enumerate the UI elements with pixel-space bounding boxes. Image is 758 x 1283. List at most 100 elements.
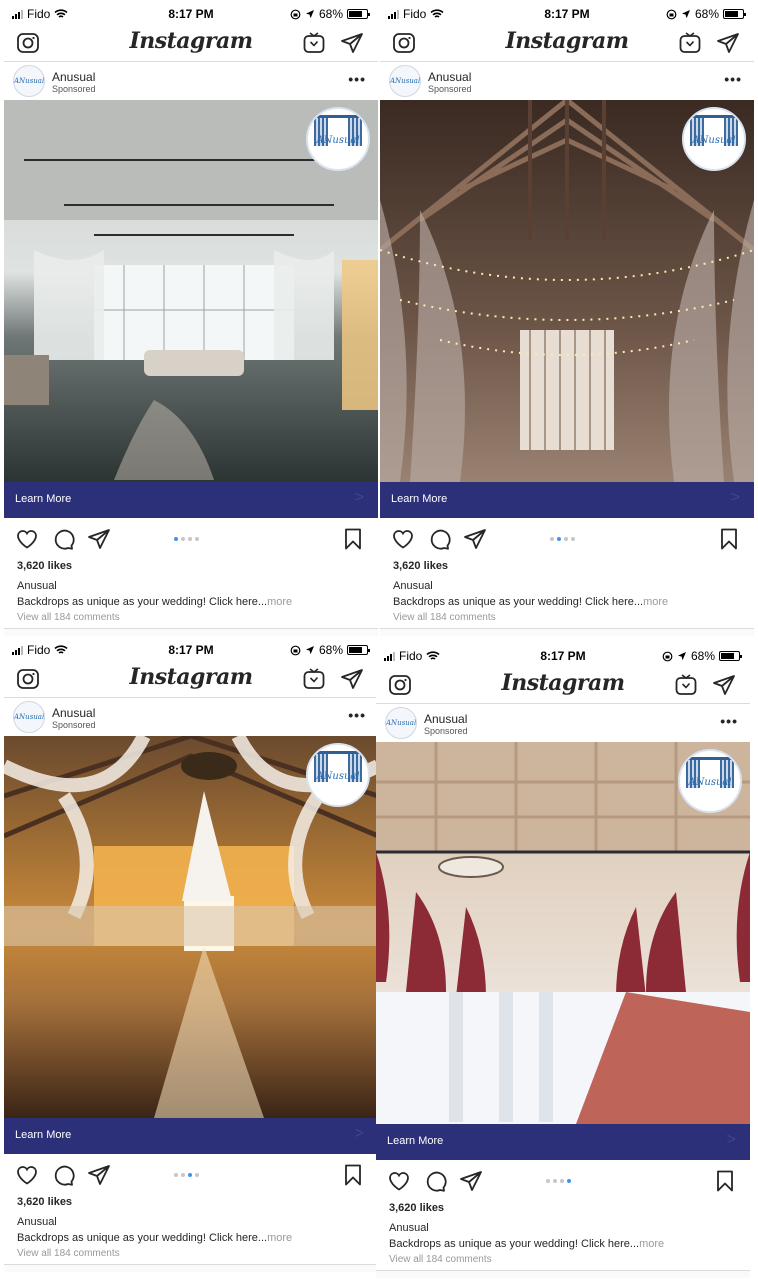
post-username[interactable]: Anusual (424, 712, 467, 726)
direct-message-icon[interactable] (340, 667, 364, 691)
location-icon (677, 651, 687, 661)
post-photo[interactable]: ANusual (4, 100, 378, 482)
comment-icon[interactable] (427, 527, 451, 551)
location-icon (305, 9, 315, 19)
igtv-icon[interactable] (674, 673, 698, 697)
share-icon[interactable] (463, 527, 487, 551)
view-comments-link[interactable]: View all 184 comments (393, 612, 496, 623)
post-actions (376, 1164, 750, 1198)
sponsored-label[interactable]: Sponsored (52, 720, 96, 730)
likes-count[interactable]: 3,620 likes (17, 560, 72, 572)
more-options-icon[interactable]: ••• (724, 71, 742, 87)
likes-count[interactable]: 3,620 likes (393, 560, 448, 572)
avatar-logo-text: ANusual (14, 713, 45, 721)
more-options-icon[interactable]: ••• (720, 713, 738, 729)
bookmark-icon[interactable] (341, 1163, 365, 1187)
igtv-icon[interactable] (302, 667, 326, 691)
post-photo[interactable]: ANusual (380, 100, 754, 482)
view-comments-link[interactable]: View all 184 comments (389, 1254, 492, 1265)
caption-body: Backdrops as unique as your wedding! Cli… (389, 1238, 640, 1250)
location-icon (681, 9, 691, 19)
likes-count[interactable]: 3,620 likes (17, 1196, 72, 1208)
carousel-indicator (546, 1179, 571, 1183)
comment-icon[interactable] (51, 527, 75, 551)
share-icon[interactable] (87, 1163, 111, 1187)
brand-badge: ANusual (682, 107, 746, 171)
sponsored-label[interactable]: Sponsored (52, 84, 96, 94)
rotation-lock-icon (666, 9, 677, 20)
battery-icon (347, 645, 370, 655)
share-icon[interactable] (459, 1169, 483, 1193)
more-options-icon[interactable]: ••• (348, 71, 366, 87)
battery-icon (723, 9, 746, 19)
sponsored-label[interactable]: Sponsored (428, 84, 472, 94)
post-photo[interactable]: ANusual (376, 742, 750, 1124)
share-icon[interactable] (87, 527, 111, 551)
bookmark-icon[interactable] (341, 527, 365, 551)
brand-badge: ANusual (306, 743, 370, 807)
learn-more-button[interactable]: Learn More > (376, 1124, 750, 1160)
post-header: ANusual Anusual Sponsored ••• (380, 62, 754, 100)
avatar[interactable]: ANusual (13, 65, 45, 97)
instagram-post-screen-4: Fido 8:17 PM 68% Instagram ANusual Anusu… (376, 642, 750, 1278)
caption-text: Backdrops as unique as your wedding! Cli… (17, 1232, 292, 1244)
learn-more-label: Learn More (15, 1129, 72, 1141)
caption-username[interactable]: Anusual (17, 580, 57, 592)
caption-username[interactable]: Anusual (17, 1216, 57, 1228)
post-username[interactable]: Anusual (428, 70, 471, 84)
caption-more-link[interactable]: more (639, 1238, 664, 1250)
likes-count[interactable]: 3,620 likes (389, 1202, 444, 1214)
carousel-dot (546, 1179, 550, 1183)
bookmark-icon[interactable] (717, 527, 741, 551)
caption-more-link[interactable]: more (643, 596, 668, 608)
learn-more-button[interactable]: Learn More > (4, 1118, 378, 1154)
carousel-indicator (174, 1173, 199, 1177)
post-actions (4, 522, 378, 556)
post-username[interactable]: Anusual (52, 706, 95, 720)
direct-message-icon[interactable] (340, 31, 364, 55)
view-comments-link[interactable]: View all 184 comments (17, 612, 120, 623)
caption-more-link[interactable]: more (267, 596, 292, 608)
post-username[interactable]: Anusual (52, 70, 95, 84)
heart-icon[interactable] (15, 1163, 39, 1187)
post-header: ANusual Anusual Sponsored ••• (376, 704, 750, 742)
battery-percent: 68% (318, 7, 343, 21)
carousel-dot (557, 537, 561, 541)
status-bar: Fido 8:17 PM 68% (376, 642, 750, 668)
status-bar: Fido 8:17 PM 68% (380, 0, 754, 26)
battery-icon (347, 9, 370, 19)
caption-username[interactable]: Anusual (389, 1222, 429, 1234)
caption-more-link[interactable]: more (267, 1232, 292, 1244)
comment-icon[interactable] (51, 1163, 75, 1187)
status-bar: Fido 8:17 PM 68% (4, 636, 378, 662)
avatar[interactable]: ANusual (389, 65, 421, 97)
learn-more-button[interactable]: Learn More > (4, 482, 378, 518)
bottom-tab-bar (4, 1264, 378, 1272)
avatar[interactable]: ANusual (385, 707, 417, 739)
caption-username[interactable]: Anusual (393, 580, 433, 592)
rotation-lock-icon (290, 9, 301, 20)
sponsored-label[interactable]: Sponsored (424, 726, 468, 736)
bookmark-icon[interactable] (713, 1169, 737, 1193)
direct-message-icon[interactable] (716, 31, 740, 55)
carousel-dot (571, 537, 575, 541)
caption-text: Backdrops as unique as your wedding! Cli… (17, 596, 292, 608)
comment-icon[interactable] (423, 1169, 447, 1193)
heart-icon[interactable] (391, 527, 415, 551)
learn-more-button[interactable]: Learn More > (380, 482, 754, 518)
screenshot-grid: Fido 8:17 PM 68% Instagram ANusual Anusu… (0, 0, 758, 1283)
battery-percent: 68% (694, 7, 719, 21)
caption-body: Backdrops as unique as your wedding! Cli… (17, 596, 268, 608)
view-comments-link[interactable]: View all 184 comments (17, 1248, 120, 1259)
avatar[interactable]: ANusual (13, 701, 45, 733)
more-options-icon[interactable]: ••• (348, 707, 366, 723)
avatar-logo-text: ANusual (386, 719, 417, 727)
heart-icon[interactable] (15, 527, 39, 551)
post-photo[interactable]: ANusual (4, 736, 378, 1118)
caption-text: Backdrops as unique as your wedding! Cli… (393, 596, 668, 608)
heart-icon[interactable] (387, 1169, 411, 1193)
igtv-icon[interactable] (678, 31, 702, 55)
igtv-icon[interactable] (302, 31, 326, 55)
rotation-lock-icon (662, 651, 673, 662)
direct-message-icon[interactable] (712, 673, 736, 697)
